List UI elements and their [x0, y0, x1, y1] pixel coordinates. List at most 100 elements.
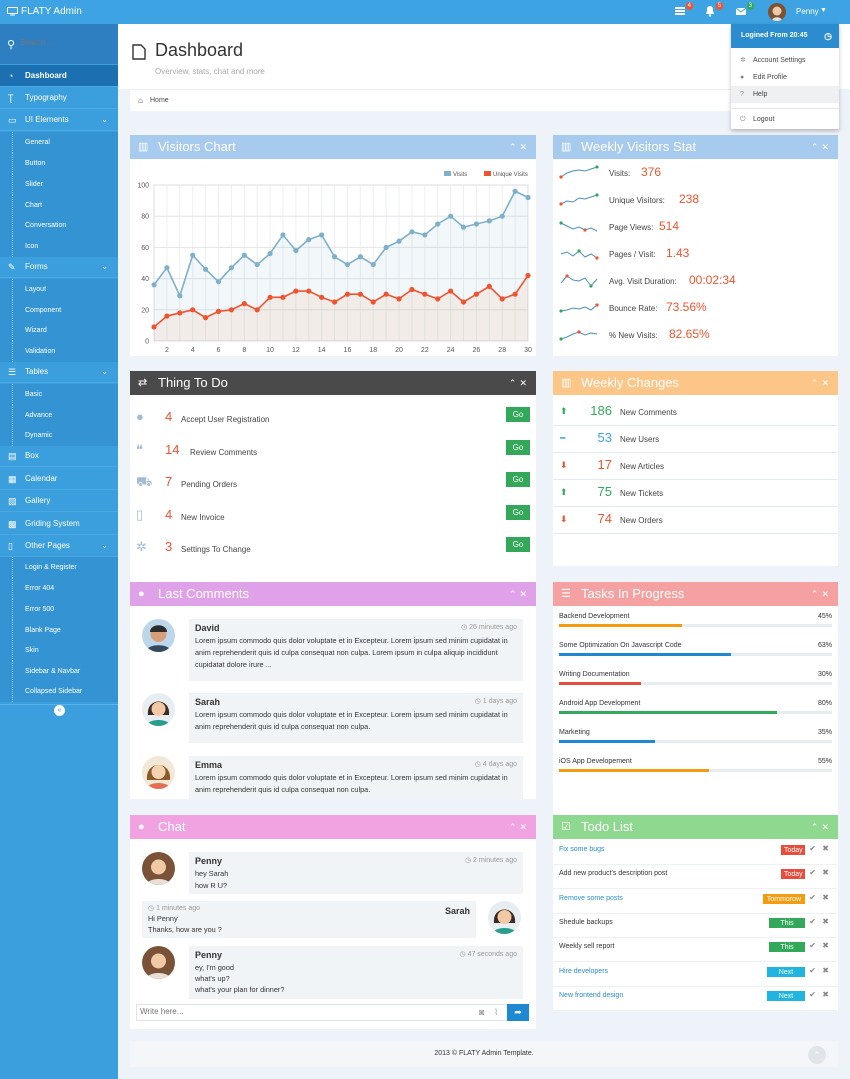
sidebar-subitem-sidebar-navbar[interactable]: Sidebar & Navbar: [0, 661, 118, 682]
sidebar-item-calendar[interactable]: ▦ Calendar: [0, 468, 118, 490]
comment-author[interactable]: Sarah: [195, 697, 220, 707]
close-icon[interactable]: ✕: [821, 142, 832, 152]
todo-text[interactable]: New frontend design: [559, 992, 623, 999]
menu-edit-profile[interactable]: ● Edit Profile: [731, 69, 839, 86]
close-icon[interactable]: ✖: [822, 893, 829, 902]
close-icon[interactable]: ✖: [822, 990, 829, 999]
messages-dropdown[interactable]: 3: [735, 2, 754, 18]
check-icon[interactable]: ✔: [809, 893, 816, 902]
paperclip-icon[interactable]: ⌇: [494, 1007, 498, 1018]
sidebar-subitem-wizard[interactable]: Wizard: [0, 320, 118, 341]
sidebar-subitem-skin[interactable]: Skin: [0, 640, 118, 661]
comment-author[interactable]: David: [195, 623, 220, 633]
go-button[interactable]: Go: [506, 440, 530, 455]
sidebar-subitem-basic[interactable]: Basic: [0, 384, 118, 405]
comment-author[interactable]: Emma: [195, 760, 222, 770]
menu-help[interactable]: ? Help: [731, 86, 839, 103]
sidebar-subitem-validation[interactable]: Validation: [0, 341, 118, 362]
sidebar-subitem-slider[interactable]: Slider: [0, 174, 118, 195]
close-icon[interactable]: ✕: [821, 589, 832, 599]
todo-text[interactable]: Remove some posts: [559, 895, 623, 902]
check-icon[interactable]: ✔: [809, 844, 816, 853]
collapse-icon[interactable]: ⌃: [509, 589, 520, 599]
collapse-icon[interactable]: ⌃: [509, 378, 520, 388]
sidebar-item-other-pages[interactable]: ▯ Other Pages ⌄: [0, 535, 118, 557]
check-icon[interactable]: ✔: [809, 868, 816, 877]
tasks-dropdown[interactable]: 4: [674, 2, 693, 18]
sidebar-subitem-layout[interactable]: Layout: [0, 279, 118, 300]
todo-text[interactable]: Hire developers: [559, 968, 608, 975]
go-button[interactable]: Go: [506, 537, 530, 552]
close-icon[interactable]: ✖: [822, 941, 829, 950]
close-icon[interactable]: ✕: [519, 142, 530, 152]
close-icon[interactable]: ✖: [822, 917, 829, 926]
user-avatar[interactable]: [768, 3, 786, 21]
chat-text: hey Sarah how R U?: [195, 868, 517, 892]
sidebar-item-typography[interactable]: Ʈ Typography: [0, 87, 118, 109]
send-button[interactable]: ➦: [507, 1004, 529, 1021]
sidebar-item-dashboard[interactable]: ◔ Dashboard: [0, 65, 118, 87]
sidebar-subitem-collapsed-sidebar[interactable]: Collapsed Sidebar: [0, 681, 118, 702]
go-button[interactable]: Go: [506, 472, 530, 487]
sidebar-subitem-component[interactable]: Component: [0, 300, 118, 321]
collapse-sidebar-button[interactable]: «: [54, 705, 65, 716]
close-icon[interactable]: ✕: [821, 822, 832, 832]
todo-text[interactable]: Fix some bugs: [559, 846, 605, 853]
sidebar-subitem-advance[interactable]: Advance: [0, 405, 118, 426]
search-input[interactable]: [20, 38, 110, 47]
sidebar-subitem-icon[interactable]: Icon: [0, 236, 118, 257]
sidebar-item-box[interactable]: ▤ Box: [0, 445, 118, 467]
caret-down-icon[interactable]: ▼: [820, 7, 827, 14]
check-icon[interactable]: ✔: [809, 990, 816, 999]
sidebar-item-griding-system[interactable]: ▩ Griding System: [0, 513, 118, 535]
sidebar-subitem-conversation[interactable]: Conversation: [0, 215, 118, 236]
sidebar-item-gallery[interactable]: ▨ Gallery: [0, 490, 118, 512]
chat-input[interactable]: [140, 1007, 470, 1016]
weekly-change-row: ⬆ 75 New Tickets: [553, 480, 837, 507]
sidebar-item-ui-elements[interactable]: ▭ UI Elements ⌄: [0, 109, 118, 131]
sidebar-subitem-label: Slider: [25, 181, 43, 188]
camera-icon[interactable]: ◙: [479, 1007, 484, 1017]
todo-list-box: ☑ Todo List ⌃✕ Fix some bugs Today ✔ ✖ Add n…: [553, 815, 838, 1011]
username[interactable]: Penny: [796, 7, 819, 16]
sidebar-subitem-button[interactable]: Button: [0, 153, 118, 174]
collapse-icon[interactable]: ⌃: [509, 142, 520, 152]
menu-logout[interactable]: ⏻ Logout: [731, 111, 839, 128]
close-icon[interactable]: ✖: [822, 868, 829, 877]
thing-to-do-box: ⇄ Thing To Do ⌃✕ ● 4 Accept User Registrat…: [130, 371, 536, 593]
close-icon[interactable]: ✕: [519, 378, 530, 388]
x-tick-label: 8: [242, 347, 246, 354]
close-icon[interactable]: ✕: [519, 589, 530, 599]
go-button[interactable]: Go: [506, 505, 530, 520]
go-button[interactable]: Go: [506, 407, 530, 422]
sidebar-subitem-login-register[interactable]: Login & Register: [0, 557, 118, 578]
sidebar-subitem-dynamic[interactable]: Dynamic: [0, 425, 118, 446]
sidebar-item-tables[interactable]: ☰ Tables ⌄: [0, 361, 118, 383]
check-icon[interactable]: ✔: [809, 966, 816, 975]
sidebar-subitem-error-404[interactable]: Error 404: [0, 578, 118, 599]
collapse-icon[interactable]: ⌃: [811, 822, 822, 832]
scroll-to-top-button[interactable]: ⌃: [808, 1046, 826, 1064]
breadcrumb-home[interactable]: Home: [150, 97, 169, 104]
collapse-icon[interactable]: ⌃: [811, 142, 822, 152]
menu-account-settings[interactable]: ✲ Account Settings: [731, 52, 839, 69]
collapse-icon[interactable]: ⌃: [509, 822, 520, 832]
collapse-icon[interactable]: ⌃: [811, 589, 822, 599]
time-text: 4 days ago: [482, 761, 517, 768]
sidebar-subitem-label: Blank Page: [25, 627, 61, 634]
sidebar-item-forms[interactable]: ✎ Forms ⌄: [0, 256, 118, 278]
sidebar-subitem-chart[interactable]: Chart: [0, 195, 118, 216]
check-icon[interactable]: ✔: [809, 941, 816, 950]
brand[interactable]: FLATY Admin: [7, 6, 82, 17]
close-icon[interactable]: ✕: [821, 378, 832, 388]
sidebar-subitem-blank-page[interactable]: Blank Page: [0, 620, 118, 641]
close-icon[interactable]: ✖: [822, 966, 829, 975]
close-icon[interactable]: ✖: [822, 844, 829, 853]
todo-action-row: ⛟ 7 Pending Orders Go: [130, 468, 536, 500]
sidebar-subitem-error-500[interactable]: Error 500: [0, 599, 118, 620]
notifications-dropdown[interactable]: 5: [704, 2, 723, 18]
close-icon[interactable]: ✕: [519, 822, 530, 832]
sidebar-subitem-general[interactable]: General: [0, 132, 118, 153]
check-icon[interactable]: ✔: [809, 917, 816, 926]
collapse-icon[interactable]: ⌃: [811, 378, 822, 388]
